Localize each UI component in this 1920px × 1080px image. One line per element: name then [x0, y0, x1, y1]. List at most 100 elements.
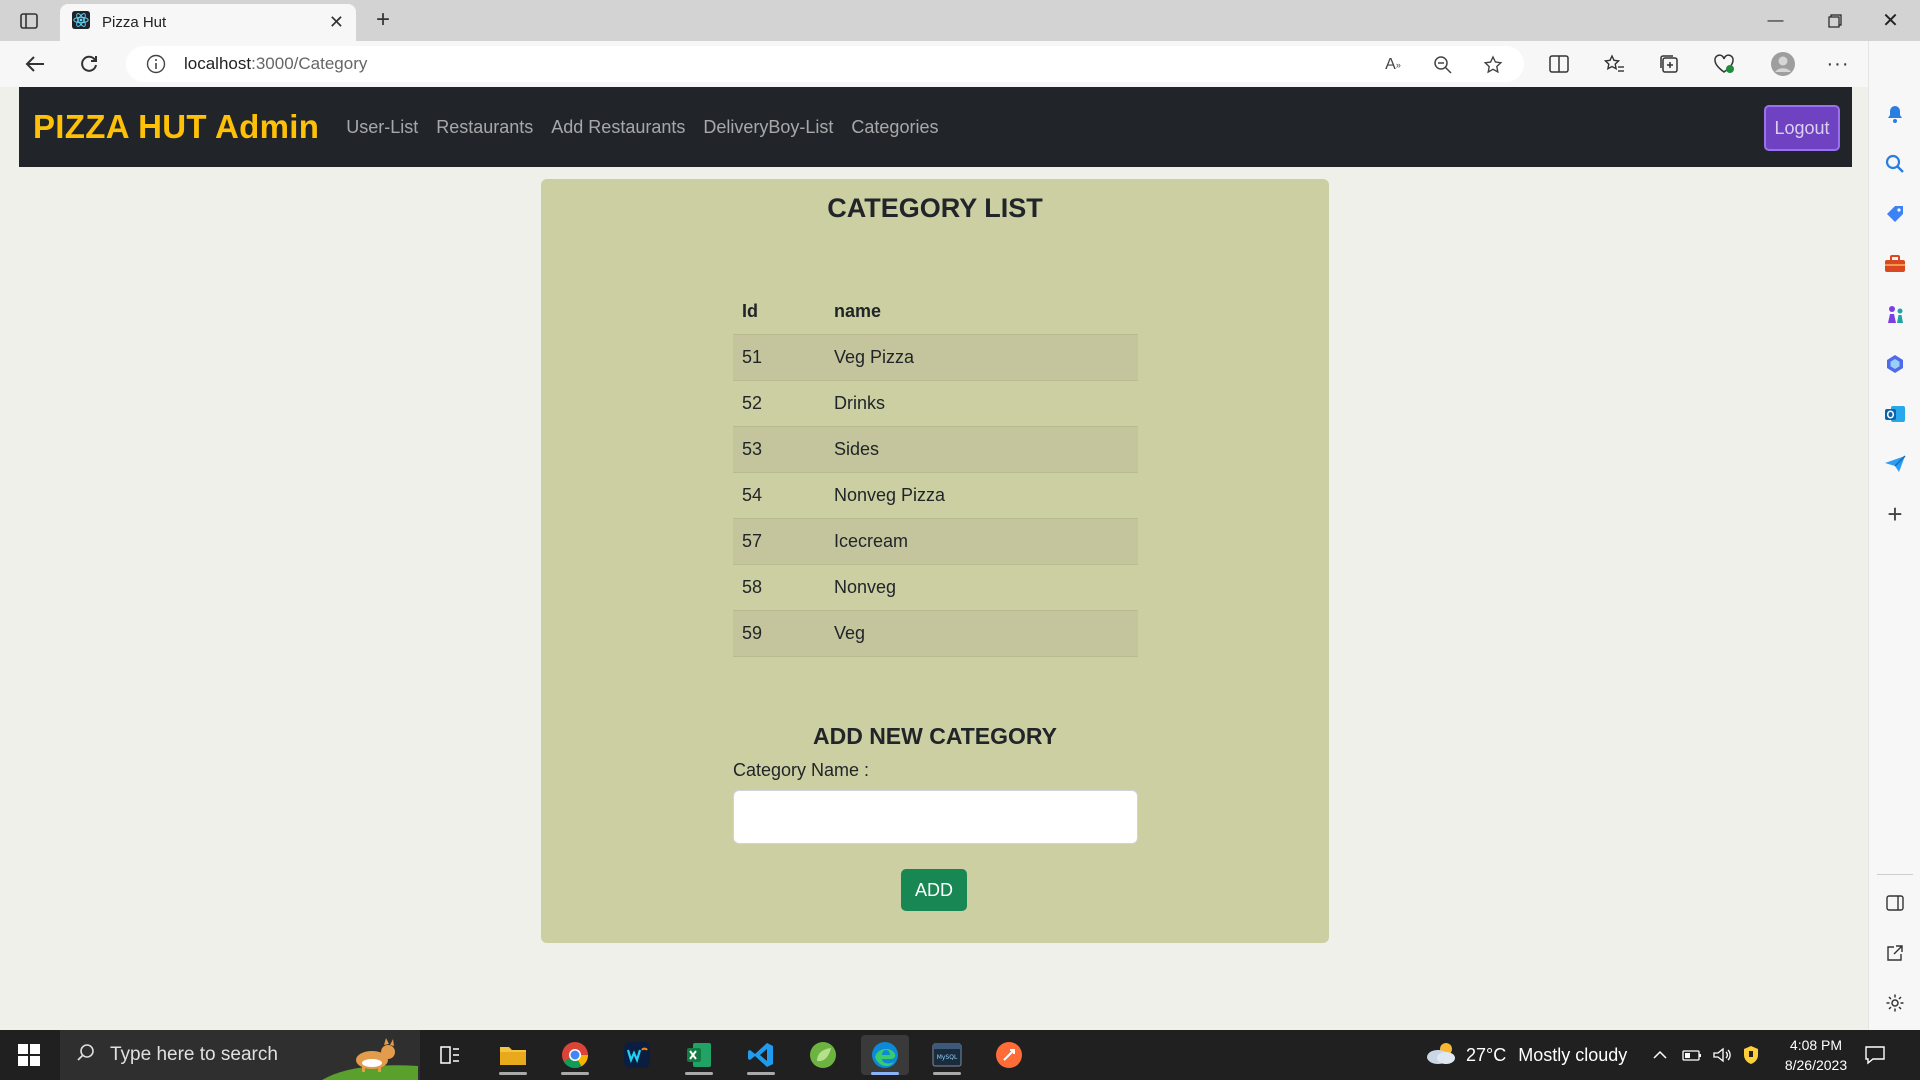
restore-icon[interactable] [1807, 0, 1862, 41]
nav-link-user-list[interactable]: User-List [346, 117, 418, 138]
cell-id: 58 [733, 564, 825, 611]
brand-title[interactable]: PIZZA HUT Admin [33, 108, 319, 146]
file-explorer-icon[interactable] [489, 1035, 537, 1075]
clock-date: 8/26/2023 [1784, 1057, 1848, 1073]
close-tab-icon[interactable]: ✕ [329, 12, 344, 33]
tab-actions-icon[interactable] [14, 6, 44, 36]
minimize-icon[interactable]: — [1748, 0, 1803, 41]
show-hidden-icons-chevron-icon[interactable] [1652, 1030, 1668, 1080]
windows-taskbar: Type here to search MySQL 27°C Mostly cl… [0, 1030, 1920, 1080]
logout-button[interactable]: Logout [1764, 105, 1840, 151]
cell-name: Drinks [825, 380, 1138, 427]
refresh-icon[interactable] [74, 49, 104, 79]
add-category-button[interactable]: ADD [901, 869, 967, 911]
mysql-workbench-icon[interactable]: MySQL [923, 1035, 971, 1075]
shopping-tag-icon[interactable] [1882, 201, 1908, 227]
new-tab-icon[interactable]: + [368, 5, 398, 35]
task-view-icon[interactable] [426, 1035, 474, 1075]
send-plane-icon[interactable] [1882, 451, 1908, 477]
corgi-illustration-icon [322, 1032, 418, 1080]
running-indicator [933, 1072, 961, 1075]
add-sidebar-app-icon[interactable]: + [1882, 499, 1908, 529]
cell-id: 57 [733, 518, 825, 565]
table-row: 52 Drinks [733, 380, 1138, 427]
browser-tab-active[interactable]: Pizza Hut ✕ [60, 4, 356, 41]
microsoft-365-icon[interactable] [1882, 351, 1908, 377]
tab-title: Pizza Hut [102, 14, 167, 31]
table-row: 57 Icecream [733, 518, 1138, 565]
postman-icon[interactable] [985, 1035, 1033, 1075]
edge-sidebar: + [1868, 41, 1920, 1030]
cell-id: 53 [733, 426, 825, 473]
browser-essentials-icon[interactable] [1709, 49, 1739, 79]
profile-avatar-icon[interactable] [1768, 49, 1798, 79]
category-table: Id name 51 Veg Pizza 52 Drinks 53 Sides 54 N… [733, 289, 1138, 657]
notifications-bell-icon[interactable] [1882, 101, 1908, 127]
battery-icon[interactable] [1682, 1030, 1702, 1080]
column-header-id: Id [733, 289, 825, 335]
cell-name: Nonveg [825, 564, 1138, 611]
search-icon[interactable] [1882, 151, 1908, 177]
excel-icon[interactable] [675, 1035, 723, 1075]
page-viewport: PIZZA HUT Admin User-List Restaurants Ad… [0, 87, 1868, 1030]
security-shield-icon[interactable] [1742, 1030, 1760, 1080]
favorites-icon[interactable] [1599, 49, 1629, 79]
nav-link-categories[interactable]: Categories [851, 117, 938, 138]
collections-icon[interactable] [1654, 49, 1684, 79]
sidebar-divider [1877, 874, 1913, 875]
admin-navbar: PIZZA HUT Admin User-List Restaurants Ad… [19, 87, 1852, 167]
volume-icon[interactable] [1712, 1030, 1732, 1080]
edge-icon[interactable] [861, 1035, 909, 1075]
category-card: CATEGORY LIST Id name 51 Veg Pizza 52 Drin… [541, 179, 1329, 943]
running-indicator [561, 1072, 589, 1075]
favorite-star-icon[interactable] [1482, 54, 1504, 76]
table-row: 53 Sides [733, 426, 1138, 473]
weather-widget[interactable]: 27°C Mostly cloudy [1424, 1030, 1627, 1080]
spring-tools-icon[interactable] [799, 1035, 847, 1075]
cell-name: Nonveg Pizza [825, 472, 1138, 519]
address-bar[interactable]: localhost:3000/Category A» [126, 46, 1524, 82]
cell-id: 52 [733, 380, 825, 427]
nav-link-restaurants[interactable]: Restaurants [436, 117, 533, 138]
chrome-icon[interactable] [551, 1035, 599, 1075]
running-indicator [747, 1072, 775, 1075]
close-window-icon[interactable]: ✕ [1863, 0, 1918, 41]
notifications-center-icon[interactable] [1864, 1030, 1886, 1080]
hide-sidebar-icon[interactable] [1882, 890, 1908, 916]
settings-gear-icon[interactable] [1882, 990, 1908, 1016]
url-path: :3000/Category [251, 54, 368, 73]
nav-link-deliveryboy-list[interactable]: DeliveryBoy-List [703, 117, 833, 138]
tools-briefcase-icon[interactable] [1882, 251, 1908, 277]
browser-toolbar: localhost:3000/Category A» ··· [0, 41, 1920, 87]
running-indicator [871, 1072, 899, 1075]
nav-links: User-List Restaurants Add Restaurants De… [346, 117, 956, 138]
vscode-icon[interactable] [737, 1035, 785, 1075]
zoom-out-icon[interactable] [1432, 54, 1454, 76]
open-external-icon[interactable] [1882, 940, 1908, 966]
cell-name: Veg Pizza [825, 334, 1138, 381]
cell-name: Icecream [825, 518, 1138, 565]
taskbar-search-box[interactable]: Type here to search [60, 1030, 420, 1080]
table-row: 54 Nonveg Pizza [733, 472, 1138, 519]
read-aloud-icon[interactable]: A» [1382, 54, 1404, 76]
svg-text:MySQL: MySQL [937, 1054, 958, 1061]
more-options-icon[interactable]: ··· [1823, 49, 1853, 79]
cell-id: 51 [733, 334, 825, 381]
cell-id: 59 [733, 610, 825, 657]
url-text: localhost:3000/Category [184, 54, 367, 74]
webstorm-icon[interactable] [613, 1035, 661, 1075]
games-chess-icon[interactable] [1882, 301, 1908, 327]
outlook-icon[interactable] [1882, 401, 1908, 427]
windows-start-icon[interactable] [0, 1030, 58, 1080]
table-header-row: Id name [733, 289, 1138, 335]
category-name-input[interactable] [733, 790, 1138, 844]
url-host: localhost [184, 54, 252, 73]
nav-link-add-restaurants[interactable]: Add Restaurants [551, 117, 685, 138]
split-screen-icon[interactable] [1544, 49, 1574, 79]
cell-id: 54 [733, 472, 825, 519]
category-name-label: Category Name : [733, 760, 870, 780]
site-info-icon[interactable] [146, 54, 166, 74]
category-list-title: CATEGORY LIST [827, 193, 1043, 223]
back-icon[interactable] [20, 49, 50, 79]
system-clock[interactable]: 4:08 PM 8/26/2023 [1772, 1035, 1860, 1075]
